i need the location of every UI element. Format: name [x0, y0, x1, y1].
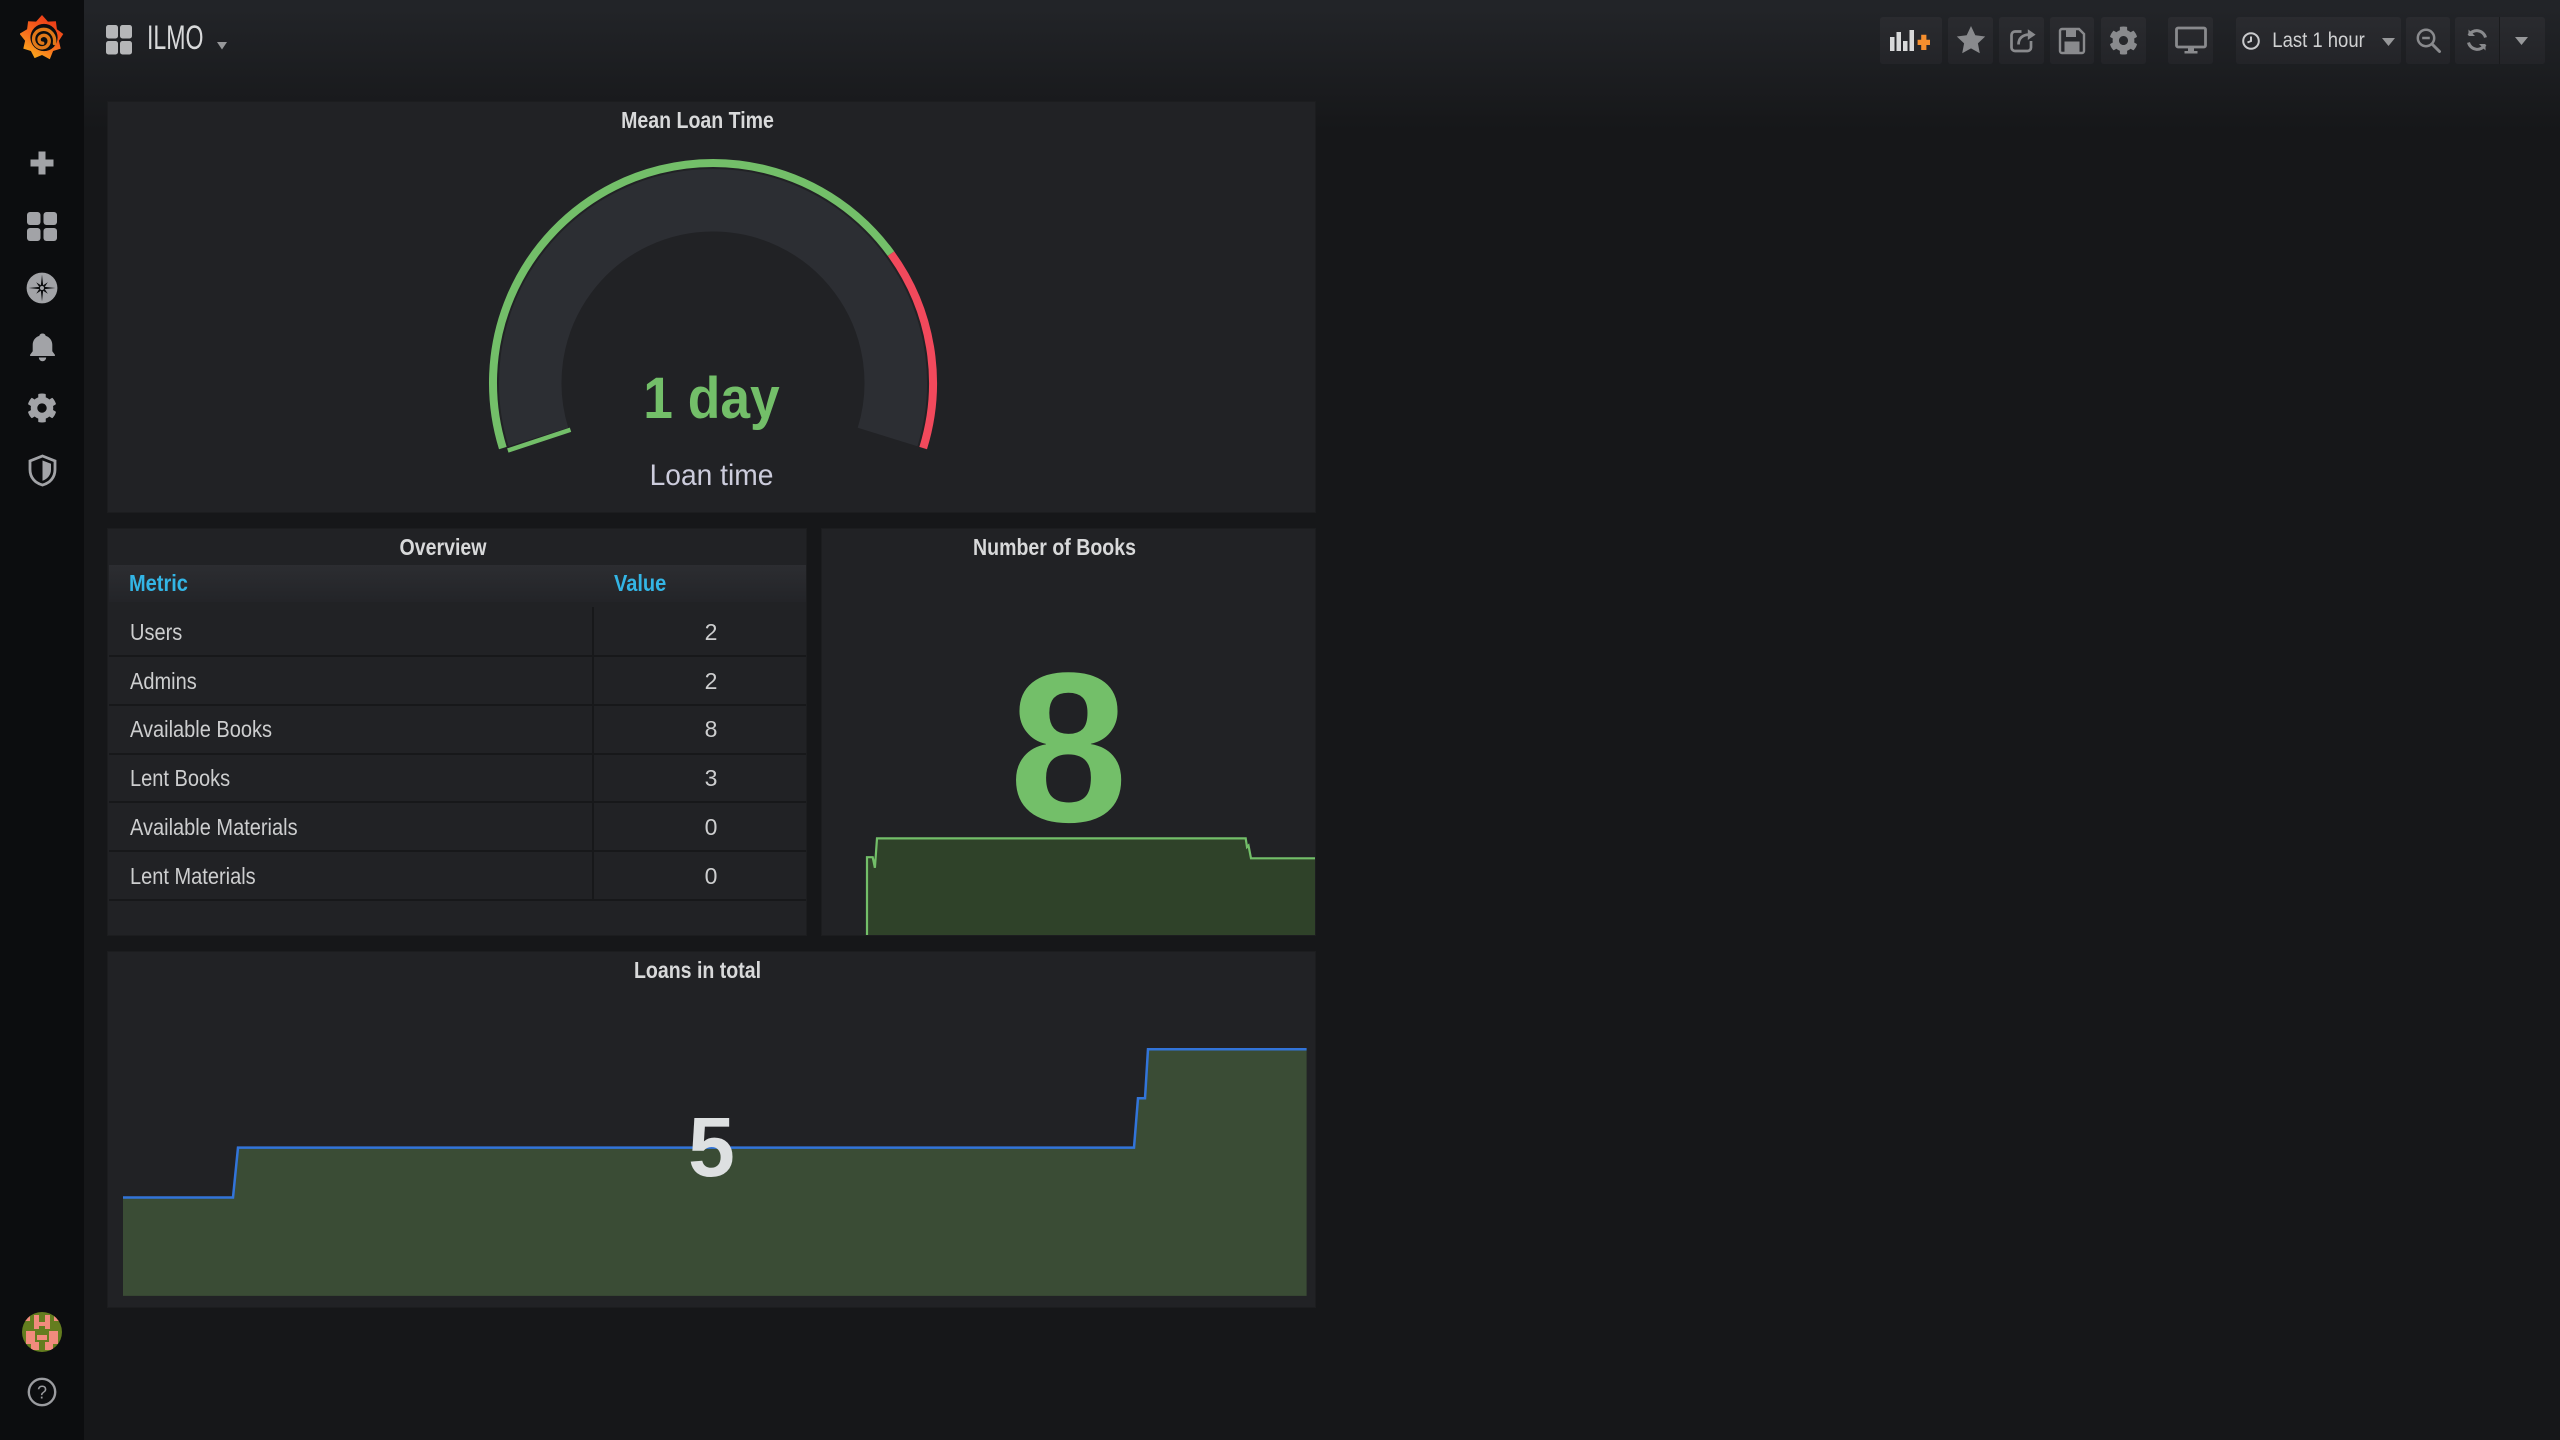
svg-text:?: ?	[37, 1383, 47, 1403]
